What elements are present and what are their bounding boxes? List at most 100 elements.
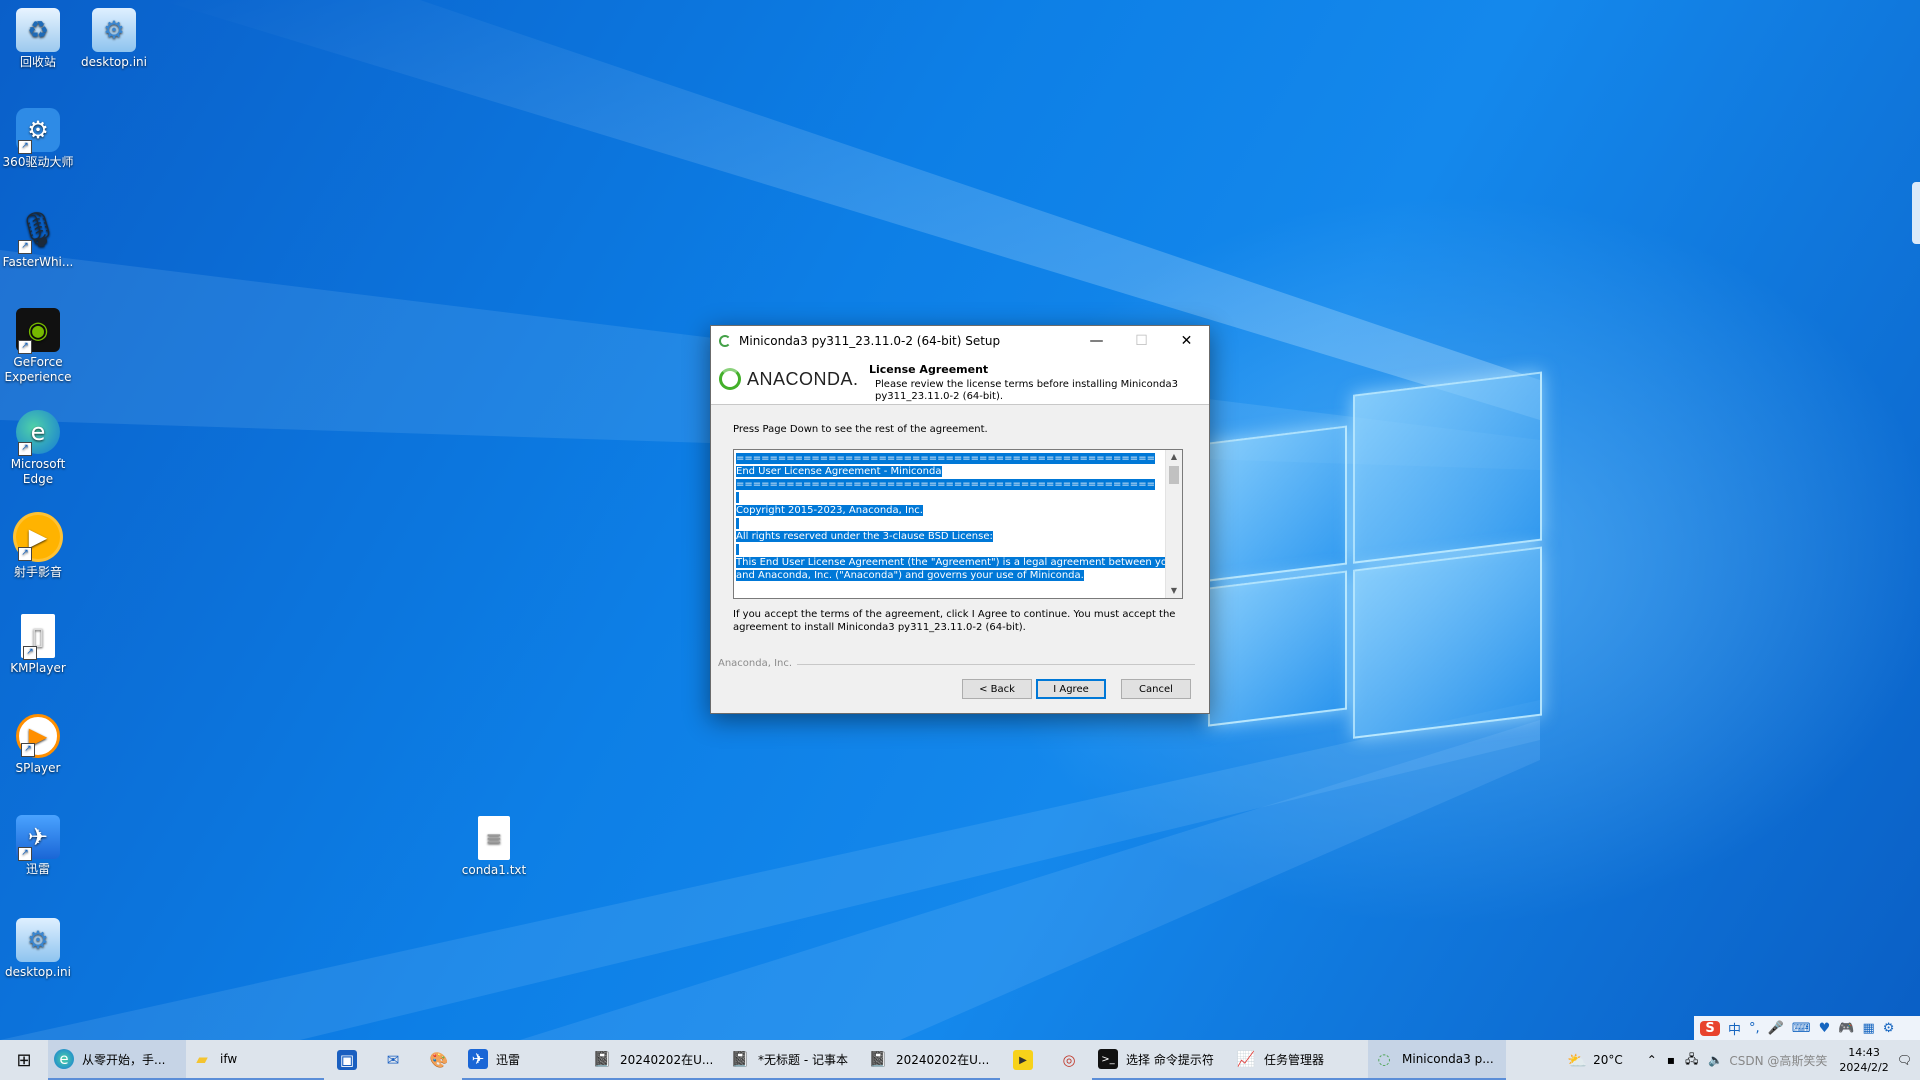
microphone-icon: 🎙 ↗ bbox=[16, 208, 60, 254]
taskbar-item-capture[interactable]: ◎ bbox=[1046, 1040, 1092, 1080]
close-icon[interactable]: ✕ bbox=[1164, 326, 1209, 356]
accept-text: If you accept the terms of the agreement… bbox=[733, 609, 1176, 633]
license-line: ========================================… bbox=[736, 452, 1162, 465]
shortcut-arrow-icon: ↗ bbox=[18, 847, 32, 861]
weather-temp[interactable]: 20°C bbox=[1593, 1053, 1623, 1067]
license-line bbox=[736, 543, 1162, 556]
anaconda-ring-icon bbox=[719, 368, 741, 390]
media-player-icon: ▶ ↗ bbox=[13, 512, 63, 562]
taskbar-item-paint[interactable]: 🎨 bbox=[416, 1040, 462, 1080]
side-grip[interactable] bbox=[1912, 182, 1920, 244]
settings-icon[interactable]: ⚙ bbox=[1883, 1021, 1895, 1036]
back-button[interactable]: < Back bbox=[962, 679, 1032, 699]
license-line-text bbox=[736, 518, 740, 529]
play-icon: ▶ ↗ bbox=[16, 714, 60, 758]
desktop-icon-shooter-player[interactable]: ▶ ↗ 射手影音 bbox=[0, 512, 80, 580]
taskbar-item-notepad-2[interactable]: 📓 *无标题 - 记事本 bbox=[724, 1040, 862, 1080]
tray-app-icon[interactable]: ▪ bbox=[1667, 1053, 1675, 1067]
skin-icon[interactable]: ♥ bbox=[1819, 1021, 1831, 1036]
toolbox-icon[interactable]: ▦ bbox=[1862, 1021, 1874, 1036]
taskbar-item-player[interactable]: ▶ bbox=[1000, 1040, 1046, 1080]
taskbar-item-cmd[interactable]: >_ 选择 命令提示符 bbox=[1092, 1040, 1230, 1080]
dialog-titlebar[interactable]: Miniconda3 py311_23.11.0-2 (64-bit) Setu… bbox=[711, 326, 1209, 356]
scroll-up-icon[interactable]: ▲ bbox=[1166, 450, 1182, 464]
settings-file-icon: ⚙ bbox=[92, 8, 136, 52]
keyboard-icon[interactable]: ⌨ bbox=[1792, 1021, 1811, 1036]
license-line-text: Copyright 2015-2023, Anaconda, Inc. bbox=[736, 505, 923, 516]
desktop-icon-conda1-txt[interactable]: ≡ conda1.txt bbox=[452, 816, 536, 878]
text-file-icon: ≡ bbox=[478, 816, 510, 860]
network-icon[interactable]: 🖧 bbox=[1685, 1050, 1698, 1071]
taskbar-item-edge[interactable]: e 从零开始，手... bbox=[48, 1040, 186, 1080]
player-icon: ▶ bbox=[1013, 1050, 1033, 1070]
license-line: Copyright 2015-2023, Anaconda, Inc. bbox=[736, 504, 1162, 517]
desktop-icon-desktop-ini[interactable]: ⚙ desktop.ini bbox=[72, 8, 156, 70]
taskbar-item-notepad-1[interactable]: 📓 20240202在U... bbox=[586, 1040, 724, 1080]
header-subtitle: Please review the license terms before i… bbox=[875, 379, 1178, 402]
shortcut-arrow-icon: ↗ bbox=[18, 442, 32, 456]
voice-icon[interactable]: 🎤 bbox=[1768, 1021, 1784, 1036]
taskbar: ⊞ e 从零开始，手... ▰ ifw ▣ ✉ 🎨 ✈ 迅雷 📓 2024020… bbox=[0, 1040, 1920, 1080]
clock[interactable]: 14:43 2024/2/2 bbox=[1839, 1045, 1888, 1075]
desktop-icon-splayer[interactable]: ▶ ↗ SPlayer bbox=[0, 714, 80, 776]
license-scrollbar[interactable]: ▲ ▼ bbox=[1165, 450, 1182, 598]
desktop-icon-edge[interactable]: e ↗ Microsoft Edge bbox=[0, 410, 80, 487]
scroll-thumb[interactable] bbox=[1169, 466, 1179, 484]
license-line-text: and Anaconda, Inc. ("Anaconda") and gove… bbox=[736, 570, 1084, 581]
paint-icon: 🎨 bbox=[429, 1051, 449, 1069]
folder-icon: ▰ bbox=[196, 1050, 208, 1068]
dialog-title: Miniconda3 py311_23.11.0-2 (64-bit) Setu… bbox=[739, 334, 1001, 348]
volume-icon[interactable]: 🔈 bbox=[1708, 1053, 1723, 1067]
taskbar-item-ifw[interactable]: ▰ ifw bbox=[186, 1040, 324, 1080]
taskbar-item-miniconda[interactable]: ◌ Miniconda3 p... bbox=[1368, 1040, 1506, 1080]
license-line-text bbox=[736, 492, 740, 503]
desktop-icon-geforce[interactable]: ◉ ↗ GeForce Experience bbox=[0, 308, 80, 385]
license-line-text: This End User License Agreement (the "Ag… bbox=[736, 557, 1174, 568]
start-button[interactable]: ⊞ bbox=[0, 1040, 48, 1080]
license-line: and Anaconda, Inc. ("Anaconda") and gove… bbox=[736, 569, 1162, 582]
punctuation-icon[interactable]: °, bbox=[1749, 1021, 1760, 1036]
bird-icon: ✈ bbox=[468, 1049, 488, 1069]
desktop-icon-desktop-ini-2[interactable]: ⚙ desktop.ini bbox=[0, 918, 80, 980]
license-textbox[interactable]: ========================================… bbox=[733, 449, 1183, 599]
taskbar-item-task-manager[interactable]: 📈 任务管理器 bbox=[1230, 1040, 1368, 1080]
header-title: License Agreement bbox=[869, 363, 989, 376]
taskbar-item-xunlei[interactable]: ✈ 迅雷 bbox=[462, 1040, 586, 1080]
brand-divider bbox=[797, 664, 1195, 665]
intro-text: Press Page Down to see the rest of the a… bbox=[733, 424, 988, 435]
ime-mode[interactable]: 中 bbox=[1728, 1019, 1741, 1038]
cancel-button[interactable]: Cancel bbox=[1121, 679, 1191, 699]
brand-label: Anaconda, Inc. bbox=[718, 658, 793, 669]
desktop-icon-xunlei[interactable]: ✈ ↗ 迅雷 bbox=[0, 815, 80, 877]
license-line: This End User License Agreement (the "Ag… bbox=[736, 556, 1174, 569]
ime-toolbar[interactable]: S 中 °, 🎤 ⌨ ♥ 🎮 ▦ ⚙ bbox=[1694, 1016, 1920, 1040]
bird-icon: ✈ ↗ bbox=[16, 815, 60, 861]
game-icon[interactable]: 🎮 bbox=[1838, 1021, 1854, 1036]
license-line-text: All rights reserved under the 3-clause B… bbox=[736, 531, 993, 542]
notification-icon[interactable]: 🗨 bbox=[1897, 1053, 1912, 1067]
weather-icon[interactable]: ⛅ bbox=[1567, 1051, 1587, 1070]
taskbar-item-store[interactable]: ▣ bbox=[324, 1040, 370, 1080]
desktop-icon-fasterwhisper[interactable]: 🎙 ↗ FasterWhi... bbox=[0, 208, 80, 270]
system-tray: ⛅ 20°C ⌃ ▪ 🖧 🔈 CSDN @高斯笑笑 14:43 2024/2/2… bbox=[1567, 1040, 1920, 1080]
setup-dialog: Miniconda3 py311_23.11.0-2 (64-bit) Setu… bbox=[710, 325, 1210, 714]
notepad-icon: 📓 bbox=[868, 1050, 888, 1068]
taskbar-item-notepad-3[interactable]: 📓 20240202在U... bbox=[862, 1040, 1000, 1080]
shortcut-arrow-icon: ↗ bbox=[18, 240, 32, 254]
cmd-icon: >_ bbox=[1098, 1049, 1118, 1069]
desktop-icon-recycle-bin[interactable]: ♻ 回收站 bbox=[0, 8, 80, 70]
desktop-icon-kmplayer[interactable]: ▯ ↗ KMPlayer bbox=[0, 614, 80, 676]
agree-button[interactable]: I Agree bbox=[1036, 679, 1106, 699]
license-line-text: ========================================… bbox=[736, 479, 1155, 490]
taskbar-item-mail[interactable]: ✉ bbox=[370, 1040, 416, 1080]
minimize-icon[interactable]: — bbox=[1074, 326, 1119, 356]
sogou-icon[interactable]: S bbox=[1700, 1020, 1720, 1036]
chevron-up-icon[interactable]: ⌃ bbox=[1647, 1053, 1657, 1067]
desktop-icon-360-driver[interactable]: ⚙ ↗ 360驱动大师 bbox=[0, 108, 80, 170]
shortcut-arrow-icon: ↗ bbox=[18, 140, 32, 154]
notepad-icon: 📓 bbox=[730, 1050, 750, 1068]
license-text: ========================================… bbox=[736, 452, 1174, 582]
settings-file-icon: ⚙ bbox=[16, 918, 60, 962]
scroll-down-icon[interactable]: ▼ bbox=[1166, 584, 1182, 598]
shortcut-arrow-icon: ↗ bbox=[23, 646, 37, 660]
